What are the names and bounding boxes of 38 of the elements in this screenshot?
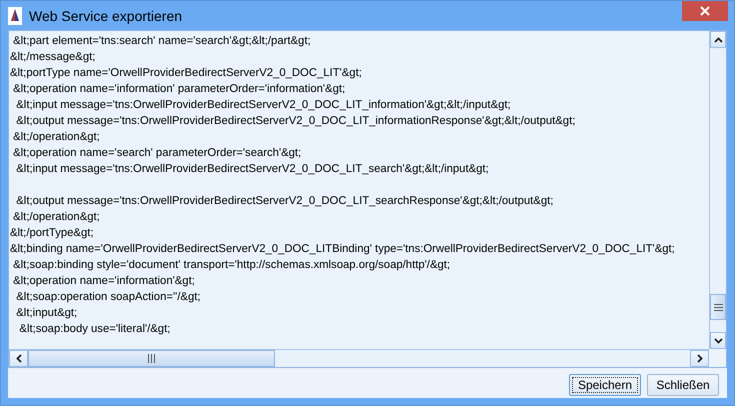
code-line: &lt;input message='tns:OrwellProviderBedirectServerV2_0_DOC_LIT_search'&gt;&lt;/input&gt; bbox=[15, 162, 489, 177]
sailboat-icon bbox=[8, 6, 22, 24]
scroll-up-button[interactable] bbox=[710, 31, 726, 48]
code-line: &lt;/portType&gt; bbox=[10, 226, 94, 241]
code-line: &lt;soap:binding style='document' transport='http://schemas.xmlsoap.org/soap/http'/&gt; bbox=[12, 258, 450, 273]
scroll-down-button[interactable] bbox=[710, 332, 726, 349]
code-line: &lt;part element='tns:search' name='search'&gt;&lt;/part&gt; bbox=[12, 34, 311, 49]
chevron-down-icon bbox=[714, 338, 722, 344]
horizontal-scrollbar[interactable] bbox=[9, 349, 709, 367]
dialog-button[interactable]: Schließen bbox=[647, 374, 719, 396]
code-line: &lt;input&gt; bbox=[15, 306, 78, 321]
code-line: &lt;portType name='OrwellProviderBedirectServerV2_0_DOC_LIT'&gt; bbox=[10, 66, 362, 81]
scroll-right-button[interactable] bbox=[690, 350, 709, 367]
grip-icon bbox=[148, 354, 155, 363]
window-title: Web Service exportieren bbox=[29, 8, 182, 24]
code-line: &lt;soap:operation soapAction=''/&gt; bbox=[15, 290, 201, 305]
scroll-left-button[interactable] bbox=[9, 350, 28, 367]
code-line: &lt;output message='tns:OrwellProviderBedirectServerV2_0_DOC_LIT_searchResponse'&gt;&lt;/output&gt; bbox=[15, 194, 554, 209]
dialog-button[interactable]: Speichern bbox=[568, 374, 641, 396]
code-line: &lt;/operation&gt; bbox=[12, 210, 100, 225]
code-line: &lt;output message='tns:OrwellProviderBedirectServerV2_0_DOC_LIT_informationResponse'&gt;&lt;/output&gt; bbox=[15, 114, 576, 129]
close-button[interactable] bbox=[682, 1, 728, 21]
close-icon bbox=[700, 6, 710, 16]
chevron-left-icon bbox=[16, 354, 22, 363]
vertical-scrollbar[interactable] bbox=[709, 31, 726, 349]
code-line: &lt;/message&gt; bbox=[10, 50, 96, 65]
code-line: &lt;/operation&gt; bbox=[12, 130, 100, 145]
code-line: &lt;binding name='OrwellProviderBedirectServerV2_0_DOC_LITBinding' type='tns:OrwellProviderBedirectServerV2_0_DOC_LIT'&gt; bbox=[10, 242, 675, 257]
code-line: &lt;soap:body use='literal'/&gt; bbox=[18, 322, 170, 337]
code-line: &lt;operation name='search' parameterOrder='search'&gt; bbox=[12, 146, 302, 161]
code-line: &lt;operation name='information'&gt; bbox=[12, 274, 195, 289]
scroll-thumb[interactable] bbox=[28, 350, 275, 367]
code-line: &lt;operation name='information' parameterOrder='information'&gt; bbox=[12, 82, 346, 97]
chevron-right-icon bbox=[696, 354, 702, 363]
grip-icon bbox=[714, 304, 722, 310]
chevron-up-icon bbox=[714, 36, 722, 42]
scroll-thumb[interactable] bbox=[710, 294, 726, 320]
code-line: &lt;input message='tns:OrwellProviderBedirectServerV2_0_DOC_LIT_information'&gt;&lt;/input&gt; bbox=[15, 98, 511, 113]
